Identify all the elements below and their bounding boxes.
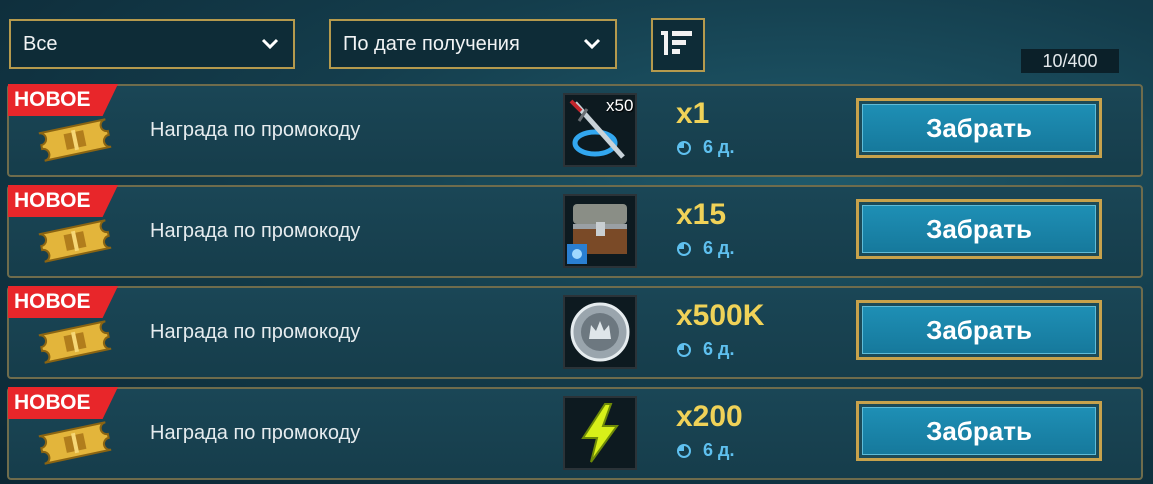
gold-ticket-icon: [38, 219, 112, 263]
clock-icon: [677, 443, 691, 458]
reward-row: НОВОЕ Награда по промокоду x15 6 д. Забр…: [7, 185, 1143, 278]
expiry-timer-text: 6 д.: [703, 440, 735, 460]
expiry-timer: 6 д.: [676, 137, 734, 158]
expiry-timer-text: 6 д.: [703, 238, 735, 258]
reward-label: Награда по промокоду: [150, 422, 361, 444]
clock-icon: [677, 241, 691, 256]
expiry-timer-text: 6 д.: [703, 137, 735, 157]
chevron-down-icon: [581, 33, 603, 55]
reward-quantity: x15: [676, 198, 727, 231]
claim-button-label: Забрать: [862, 306, 1096, 354]
category-filter-value: Все: [23, 32, 58, 55]
item-stack-count: x50: [606, 96, 634, 115]
reward-row: НОВОЕ Награда по промокоду x200 6 д. Заб…: [7, 387, 1143, 480]
reward-quantity: x200: [676, 400, 743, 433]
lightning-energy-icon: [581, 403, 619, 463]
gold-ticket-icon: [38, 320, 112, 364]
category-filter-dropdown[interactable]: Все: [9, 19, 295, 69]
expiry-timer: 6 д.: [676, 440, 734, 461]
expiry-timer-text: 6 д.: [703, 339, 735, 359]
claim-button-label: Забрать: [862, 104, 1096, 152]
claim-button-label: Забрать: [862, 407, 1096, 455]
claim-button[interactable]: Забрать: [856, 98, 1102, 158]
sort-order-value: По дате получения: [343, 32, 520, 55]
chevron-down-icon: [259, 33, 281, 55]
expiry-timer: 6 д.: [676, 339, 734, 360]
reward-item-slot[interactable]: x50: [563, 93, 637, 167]
expiry-timer: 6 д.: [676, 238, 734, 259]
clock-icon: [677, 342, 691, 357]
claim-button-label: Забрать: [862, 205, 1096, 253]
sort-direction-button[interactable]: [651, 18, 705, 72]
reward-item-slot[interactable]: [563, 295, 637, 369]
silver-coin-icon: [570, 302, 630, 362]
sort-icon: [661, 28, 695, 63]
inventory-counter: 10/400: [1021, 49, 1119, 73]
gold-ticket-icon: [38, 118, 112, 162]
reward-quantity: x500K: [676, 299, 765, 332]
reward-label: Награда по промокоду: [150, 321, 361, 343]
sort-order-dropdown[interactable]: По дате получения: [329, 19, 617, 69]
claim-button[interactable]: Забрать: [856, 199, 1102, 259]
reward-item-slot[interactable]: [563, 194, 637, 268]
claim-button[interactable]: Забрать: [856, 401, 1102, 461]
reward-label: Награда по промокоду: [150, 220, 361, 242]
reward-label: Награда по промокоду: [150, 119, 361, 141]
reward-item-slot[interactable]: [563, 396, 637, 470]
gold-ticket-icon: [38, 421, 112, 465]
claim-button[interactable]: Забрать: [856, 300, 1102, 360]
reward-row: НОВОЕ Награда по промокоду x500K 6 д. За…: [7, 286, 1143, 379]
reward-quantity: x1: [676, 97, 710, 130]
treasure-chest-icon: [567, 204, 627, 264]
clock-icon: [677, 140, 691, 155]
reward-row: НОВОЕ Награда по промокоду x50 x1 6 д. З…: [7, 84, 1143, 177]
